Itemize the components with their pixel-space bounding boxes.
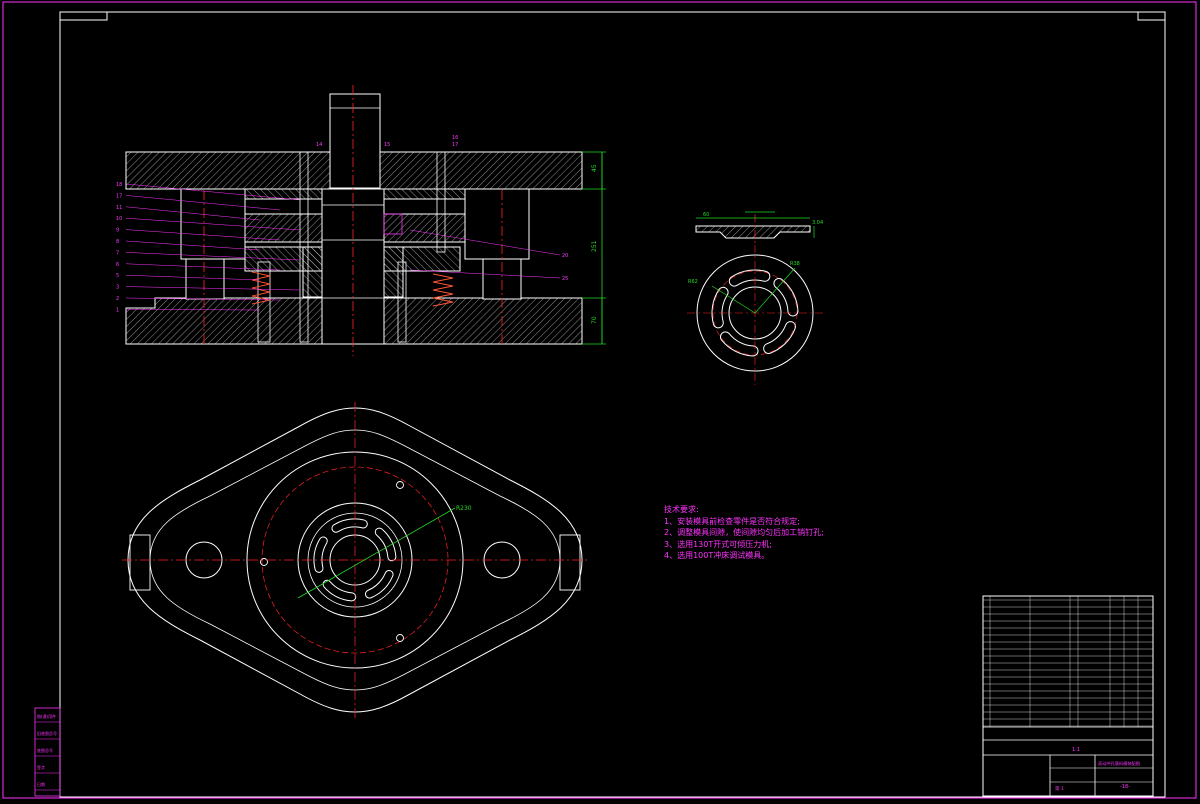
- guide-bush-right: [464, 188, 530, 260]
- side-stamp-label: 签字: [37, 764, 45, 770]
- plan-pin-hole-top: [396, 481, 404, 489]
- title-scale: 1:1: [1072, 747, 1080, 753]
- callout-label: 16: [452, 135, 458, 141]
- dim-section-total: 251: [591, 240, 598, 252]
- callout-label: 25: [562, 276, 568, 282]
- kidney-slot: [763, 321, 796, 354]
- kidney-slot: [728, 269, 771, 287]
- dim-part-thickness: 3.04: [812, 220, 823, 226]
- side-stamp-label: 借(通)用件: [37, 713, 56, 719]
- dim-section-bottom: 70: [591, 316, 598, 324]
- notes-item-3: 3、选用130T开式可倾压力机;: [664, 539, 772, 549]
- part-side-profile: [695, 225, 811, 239]
- callout-label: 20: [562, 253, 568, 259]
- kidney-slot: [313, 536, 328, 573]
- kidney-slot: [331, 518, 368, 533]
- kidney-slot: [711, 286, 729, 329]
- side-stamp-label: 底图总号: [37, 747, 53, 753]
- callout-label: 17: [452, 142, 458, 148]
- kidney-slot: [322, 579, 357, 602]
- section-view: [125, 85, 606, 356]
- title-sheet: 第 1: [1055, 785, 1064, 792]
- plan-slot-left: [129, 534, 151, 591]
- kidney-slot: [720, 331, 759, 357]
- cad-drawing: 18 17 11 10 9 8 7 6 5 3 2 1 14 15 16 17 20 25 45 251 70…: [0, 0, 1200, 800]
- plan-pin-hole-bottom: [396, 634, 404, 642]
- title-drawing-no: -18-: [1120, 784, 1130, 790]
- plan-view: [122, 402, 590, 720]
- callout-label: 14: [316, 142, 322, 148]
- callout-label: 15: [384, 142, 390, 148]
- kidney-slot: [773, 278, 799, 317]
- callout-label: 18: [116, 182, 122, 188]
- kidney-slot: [364, 569, 394, 599]
- callout-label: 8: [116, 239, 119, 245]
- outer-frame: [2, 1, 1197, 799]
- dim-part-radius-outer: R62: [688, 279, 698, 285]
- corner-tag-topleft: [59, 11, 108, 21]
- notes-title: 技术要求:: [664, 505, 699, 514]
- ejector-ring-left: [302, 246, 323, 298]
- callout-label: 17: [116, 193, 122, 199]
- corner-tag-topright: [1137, 11, 1166, 21]
- callout-label: 2: [116, 296, 119, 302]
- part-detail-view: [687, 211, 823, 385]
- dim-part-radius-inner: R38: [790, 261, 800, 267]
- title-block: [982, 595, 1154, 797]
- callout-label: 6: [116, 262, 119, 268]
- callout-label: 3: [116, 285, 119, 291]
- callout-label: 10: [116, 216, 122, 222]
- callout-label: 5: [116, 273, 119, 279]
- notes-item-2: 2、调整模具间隙，使间隙均匀后加工销钉孔;: [664, 528, 824, 537]
- guide-post-left: [185, 258, 225, 300]
- callout-label: 9: [116, 228, 119, 234]
- plan-slot-right: [559, 534, 581, 591]
- notes-item-1: 1、安装模具前检查零件是否符合规定;: [664, 516, 800, 526]
- drawing-canvas: 1817111098765321 14 151617 2025 45 251 70…: [2, 1, 1197, 799]
- dim-part-width: 60: [703, 212, 709, 218]
- kidney-slot: [374, 527, 397, 562]
- plan-pin-hole-left: [260, 558, 268, 566]
- inner-frame: [59, 11, 1166, 798]
- side-stamp-label: 旧底图总号: [37, 730, 57, 736]
- callout-label: 11: [116, 205, 122, 211]
- title-name: 双动冲孔落料模装配图: [1098, 760, 1140, 767]
- notes-item-4: 4、选用100T冲床调试模具。: [664, 551, 770, 560]
- dim-plan-radius: R230: [456, 505, 472, 512]
- callout-label: 7: [116, 250, 119, 256]
- dim-section-top: 45: [591, 164, 598, 172]
- side-stamp-label: 日期: [37, 781, 45, 787]
- technical-requirements: 技术要求: 1、安装模具前检查零件是否符合规定; 2、调整模具间隙，使间隙均匀后…: [664, 504, 824, 562]
- ejector-ring-right: [383, 246, 404, 298]
- callout-label: 1: [116, 307, 119, 313]
